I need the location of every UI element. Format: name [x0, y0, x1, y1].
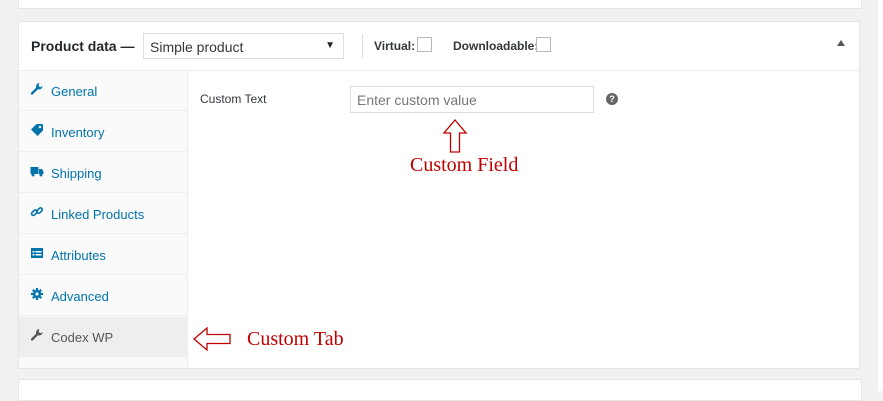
virtual-checkbox[interactable]: [417, 37, 432, 52]
tab-attributes[interactable]: Attributes: [19, 235, 187, 275]
wrench-icon: [30, 82, 44, 96]
tab-codex-wp[interactable]: Codex WP: [19, 317, 187, 357]
right-edge-strip: [878, 0, 883, 391]
tab-label: Shipping: [51, 166, 102, 181]
tab-label: Attributes: [51, 248, 106, 263]
custom-text-input[interactable]: [350, 86, 594, 113]
tab-label: General: [51, 84, 98, 99]
custom-field-annotation: Custom Field: [410, 154, 519, 176]
link-icon: [30, 205, 44, 219]
custom-tab-annotation: Custom Tab: [247, 328, 344, 350]
downloadable-label: Downloadable:: [453, 39, 539, 53]
tab-inventory[interactable]: Inventory: [19, 112, 187, 152]
list-icon: [30, 246, 44, 260]
tab-label: Advanced: [51, 289, 109, 304]
gear-icon: [30, 287, 44, 301]
tab-shipping[interactable]: Shipping: [19, 153, 187, 193]
tab-content-panel: Custom Text ?: [188, 71, 859, 368]
left-arrow-annotation-icon: [192, 326, 231, 352]
custom-text-label: Custom Text: [200, 92, 267, 106]
collapse-arrow-icon[interactable]: [837, 40, 845, 46]
header-divider: [362, 34, 363, 58]
product-tabs-sidebar: General Inventory Shipping Linked Produc…: [19, 71, 188, 368]
previous-panel-edge: [18, 0, 862, 9]
up-arrow-annotation-icon: [442, 118, 468, 153]
panel-title: Product data —: [31, 38, 135, 54]
tab-linked-products[interactable]: Linked Products: [19, 194, 187, 234]
product-type-value: Simple product: [150, 39, 244, 55]
tab-label: Linked Products: [51, 207, 145, 222]
panel-header: Product data — Simple product ▼ Virtual:…: [19, 22, 859, 71]
next-panel-edge: [18, 379, 862, 401]
tag-icon: [30, 123, 44, 137]
help-tip-icon[interactable]: ?: [606, 93, 618, 105]
virtual-label: Virtual:: [374, 39, 416, 53]
tab-label: Codex WP: [51, 330, 114, 345]
product-type-select[interactable]: Simple product ▼: [143, 33, 344, 59]
product-data-panel: Product data — Simple product ▼ Virtual:…: [18, 21, 860, 369]
downloadable-checkbox[interactable]: [536, 37, 551, 52]
chevron-down-icon: ▼: [325, 40, 335, 51]
tab-advanced[interactable]: Advanced: [19, 276, 187, 316]
wrench-icon: [30, 328, 44, 342]
tab-label: Inventory: [51, 125, 105, 140]
tab-general[interactable]: General: [19, 71, 187, 111]
truck-icon: [30, 164, 44, 178]
